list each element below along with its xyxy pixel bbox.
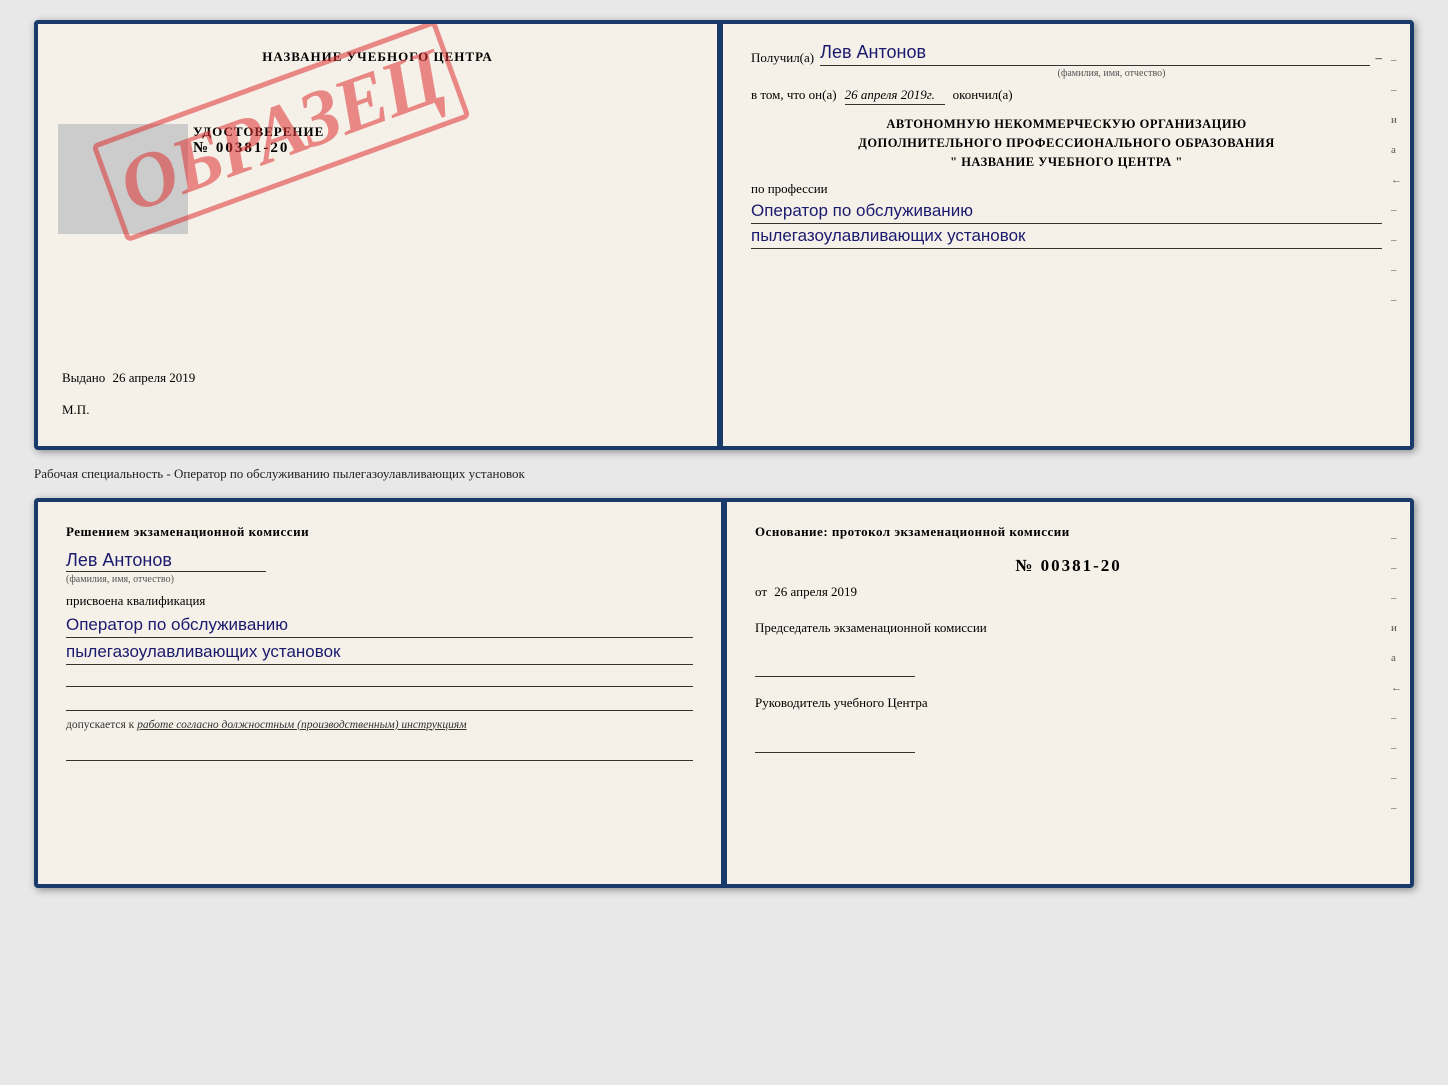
- blank-line-1: [66, 669, 693, 687]
- ot-date: 26 апреля 2019: [774, 584, 857, 599]
- professiya-line1: Оператор по обслуживанию: [751, 201, 1382, 224]
- org-line1: АВТОНОМНУЮ НЕКОММЕРЧЕСКУЮ ОРГАНИЗАЦИЮ: [751, 115, 1382, 134]
- professiya-line2: пылегазоулавливающих установок: [751, 226, 1382, 249]
- protocol-date: от 26 апреля 2019: [755, 584, 1382, 600]
- kval-line1: Оператор по обслуживанию: [66, 615, 693, 638]
- poluchil-row: Получил(а) Лев Антонов –: [751, 42, 1382, 66]
- bottom-certificate-book: Решением экзаменационной комиссии Лев Ан…: [34, 498, 1414, 888]
- vydano-label: Выдано: [62, 370, 105, 385]
- person-name-bottom: Лев Антонов: [66, 550, 266, 572]
- osnovanie-title: Основание: протокол экзаменационной коми…: [755, 522, 1382, 542]
- predsedatel-block: Председатель экзаменационной комиссии: [755, 618, 1382, 678]
- okonchil-label: окончил(а): [953, 87, 1013, 103]
- ot-label: от: [755, 584, 767, 599]
- bottom-right-page: Основание: протокол экзаменационной коми…: [727, 502, 1410, 884]
- fio-label-bottom: (фамилия, имя, отчество): [66, 574, 693, 585]
- vtom-date: 26 апреля 2019г.: [845, 87, 945, 105]
- predsedatel-sign-line: [755, 659, 915, 677]
- vtom-label: в том, что он(а): [751, 87, 837, 103]
- top-right-page: Получил(а) Лев Антонов – (фамилия, имя, …: [723, 24, 1410, 446]
- org-line2: ДОПОЛНИТЕЛЬНОГО ПРОФЕССИОНАЛЬНОГО ОБРАЗО…: [751, 134, 1382, 153]
- rukovoditel-label: Руководитель учебного Центра: [755, 693, 1382, 713]
- predsedatel-title: Председатель экзаменационной комиссии: [755, 618, 1382, 638]
- blank-line-3: [66, 743, 693, 761]
- right-side-marks-top: – – и а ← – – – –: [1391, 54, 1402, 306]
- right-side-marks-bottom: – – – и а ← – – – –: [1391, 532, 1402, 814]
- prisvoena-label: присвоена квалификация: [66, 593, 693, 609]
- dash-after-name: –: [1376, 50, 1383, 66]
- resheniem-title: Решением экзаменационной комиссии: [66, 522, 693, 542]
- blank-line-2: [66, 693, 693, 711]
- protocol-number: № 00381-20: [755, 556, 1382, 576]
- top-left-page: НАЗВАНИЕ УЧЕБНОГО ЦЕНТРА УДОСТОВЕРЕНИЕ №…: [38, 24, 723, 446]
- org-line3: " НАЗВАНИЕ УЧЕБНОГО ЦЕНТРА ": [751, 153, 1382, 172]
- kval-line2: пылегазоулавливающих установок: [66, 642, 693, 665]
- rukovoditel-block: Руководитель учебного Центра: [755, 693, 1382, 753]
- poluchil-name: Лев Антонов: [820, 42, 1369, 66]
- bottom-left-page: Решением экзаменационной комиссии Лев Ан…: [38, 502, 727, 884]
- po-professii-label: по профессии: [751, 181, 1382, 197]
- vydano-row: Выдано 26 апреля 2019: [62, 370, 195, 386]
- dopuskaetsya-label: допускается к: [66, 719, 134, 731]
- mp-label: М.П.: [62, 402, 89, 418]
- vtom-row: в том, что он(а) 26 апреля 2019г. окончи…: [751, 87, 1382, 105]
- subtitle-text: Рабочая специальность - Оператор по обсл…: [34, 462, 1414, 486]
- vydano-date: 26 апреля 2019: [113, 370, 196, 385]
- poluchil-label: Получил(а): [751, 50, 814, 66]
- org-block: АВТОНОМНУЮ НЕКОММЕРЧЕСКУЮ ОРГАНИЗАЦИЮ ДО…: [751, 115, 1382, 171]
- top-certificate-book: НАЗВАНИЕ УЧЕБНОГО ЦЕНТРА УДОСТОВЕРЕНИЕ №…: [34, 20, 1414, 450]
- dopuskaetsya-text: работе согласно должностным (производств…: [137, 719, 466, 731]
- fio-label-top: (фамилия, имя, отчество): [841, 68, 1382, 79]
- dopuskaetsya-block: допускается к работе согласно должностны…: [66, 719, 693, 731]
- rukovoditel-sign-line: [755, 735, 915, 753]
